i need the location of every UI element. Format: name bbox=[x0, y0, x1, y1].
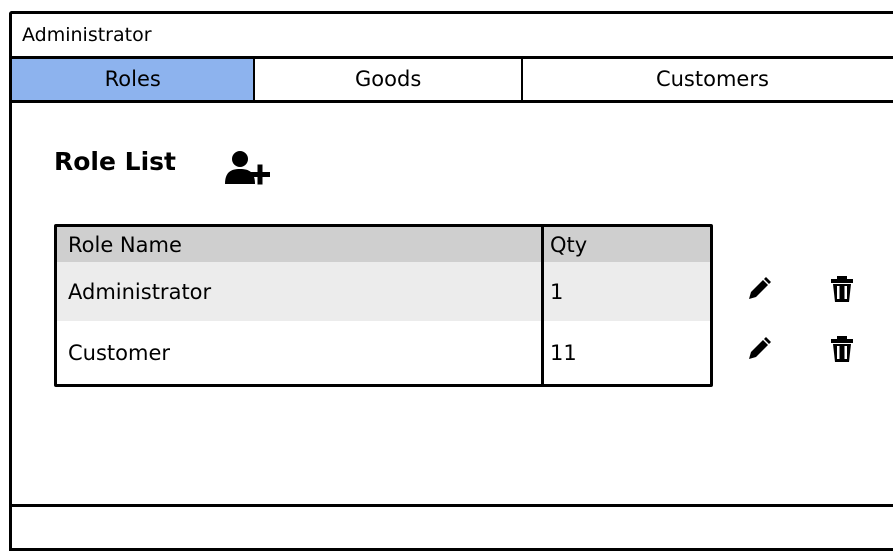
pencil-icon bbox=[749, 337, 771, 359]
add-user-button[interactable] bbox=[223, 148, 277, 188]
tab-roles[interactable]: Roles bbox=[12, 59, 256, 100]
edit-button-administrator[interactable] bbox=[746, 276, 772, 302]
content-area: Role List Role Name Qty Administrator 1 … bbox=[12, 103, 893, 511]
pencil-icon bbox=[749, 277, 771, 299]
tab-customers[interactable]: Customers bbox=[523, 59, 893, 100]
tab-goods[interactable]: Goods bbox=[255, 59, 523, 100]
qty-cell: 11 bbox=[541, 321, 710, 384]
add-user-icon bbox=[225, 151, 270, 185]
delete-button-customer[interactable] bbox=[829, 335, 855, 362]
trash-icon bbox=[831, 336, 853, 362]
trash-icon bbox=[831, 276, 853, 302]
page-title: Role List bbox=[54, 147, 176, 176]
table-row[interactable]: Administrator 1 bbox=[57, 262, 710, 321]
qty-cell: 1 bbox=[541, 262, 710, 321]
role-name-cell: Administrator bbox=[68, 279, 212, 304]
role-table: Role Name Qty Administrator 1 Customer 1… bbox=[54, 224, 713, 387]
role-name-cell: Customer bbox=[68, 340, 171, 365]
column-header-role-name[interactable]: Role Name bbox=[57, 227, 541, 262]
footer-divider bbox=[12, 504, 893, 507]
table-row[interactable]: Customer 11 bbox=[57, 321, 710, 384]
window-title: Administrator bbox=[12, 14, 893, 59]
delete-button-administrator[interactable] bbox=[829, 275, 855, 302]
tab-bar: Roles Goods Customers bbox=[12, 59, 893, 103]
table-header-row: Role Name Qty bbox=[57, 227, 710, 262]
app-window: Administrator Roles Goods Customers Role… bbox=[9, 11, 893, 551]
edit-button-customer[interactable] bbox=[746, 336, 772, 362]
column-header-qty[interactable]: Qty bbox=[541, 227, 710, 262]
